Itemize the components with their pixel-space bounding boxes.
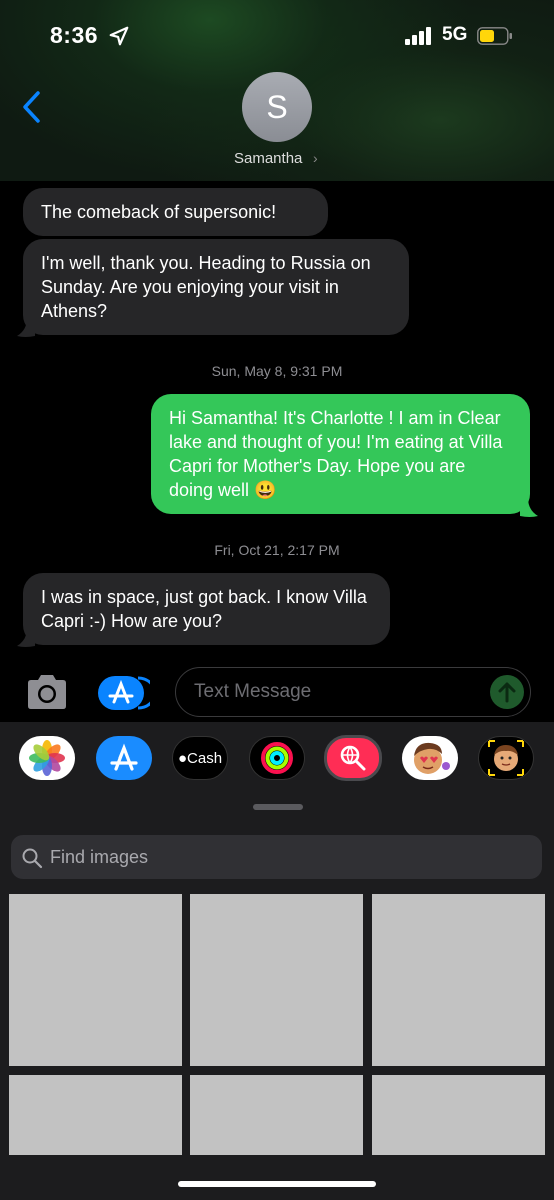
home-indicator[interactable] — [178, 1181, 376, 1187]
search-placeholder: Find images — [50, 847, 149, 867]
message-text: Hi Samantha! It's Charlotte ! I am in Cl… — [169, 408, 503, 500]
search-icon — [22, 848, 43, 869]
apple-cash-label: Cash — [187, 749, 223, 767]
bubble-tail-icon — [17, 628, 35, 647]
message-bubble-received[interactable]: I was in space, just got back. I know Vi… — [23, 573, 390, 645]
find-images-search[interactable]: Find images — [11, 835, 542, 879]
image-result-tile[interactable] — [372, 894, 545, 1066]
image-search-icon[interactable] — [324, 735, 382, 781]
image-result-tile[interactable] — [190, 894, 363, 1066]
drawer-grabber[interactable] — [253, 804, 303, 810]
send-button[interactable] — [490, 675, 524, 709]
message-timestamp: Sun, May 8, 9:31 PM — [211, 363, 343, 379]
message-bubble-received[interactable]: The comeback of supersonic! — [23, 188, 328, 236]
message-text: I was in space, just got back. I know Vi… — [41, 587, 367, 631]
photos-icon[interactable] — [19, 736, 75, 780]
message-input[interactable]: Text Message — [175, 667, 531, 717]
imessage-app-strip: ● Cash — [0, 722, 554, 821]
avatar-initial: S — [266, 88, 288, 125]
network-type: 5G — [442, 24, 468, 45]
bubble-tail-icon — [520, 498, 538, 517]
back-chevron-icon[interactable] — [20, 90, 44, 124]
cellular-signal-icon — [405, 27, 435, 45]
image-result-tile[interactable] — [9, 1075, 182, 1155]
memoji-stickers-icon[interactable] — [402, 736, 458, 780]
image-result-tile[interactable] — [9, 894, 182, 1066]
bubble-tail-icon — [17, 318, 35, 337]
message-bubble-sent[interactable]: Hi Samantha! It's Charlotte ! I am in Cl… — [151, 394, 530, 514]
apps-button-icon[interactable] — [98, 676, 150, 710]
activity-icon[interactable] — [249, 736, 305, 780]
contact-chevron-icon[interactable]: › — [313, 150, 318, 166]
message-text: I'm well, thank you. Heading to Russia o… — [41, 253, 371, 321]
contact-avatar[interactable]: S — [242, 72, 312, 142]
memoji-icon[interactable] — [478, 736, 534, 780]
image-result-tile[interactable] — [190, 1075, 363, 1155]
location-arrow-icon — [109, 26, 129, 46]
contact-name[interactable]: Samantha — [234, 150, 302, 167]
message-bubble-received[interactable]: I'm well, thank you. Heading to Russia o… — [23, 239, 409, 335]
arrow-up-icon — [498, 682, 516, 703]
conversation-header: 8:36 5G S Samantha › — [0, 0, 554, 181]
apple-cash-icon[interactable]: ● Cash — [172, 736, 228, 780]
input-placeholder: Text Message — [194, 681, 312, 702]
image-result-tile[interactable] — [372, 1075, 545, 1155]
message-timestamp: Fri, Oct 21, 2:17 PM — [214, 542, 340, 558]
message-text: The comeback of supersonic! — [41, 202, 277, 222]
app-store-icon[interactable] — [96, 736, 152, 780]
status-time: 8:36 — [50, 22, 99, 48]
camera-icon[interactable] — [24, 674, 70, 710]
battery-icon — [477, 27, 512, 45]
